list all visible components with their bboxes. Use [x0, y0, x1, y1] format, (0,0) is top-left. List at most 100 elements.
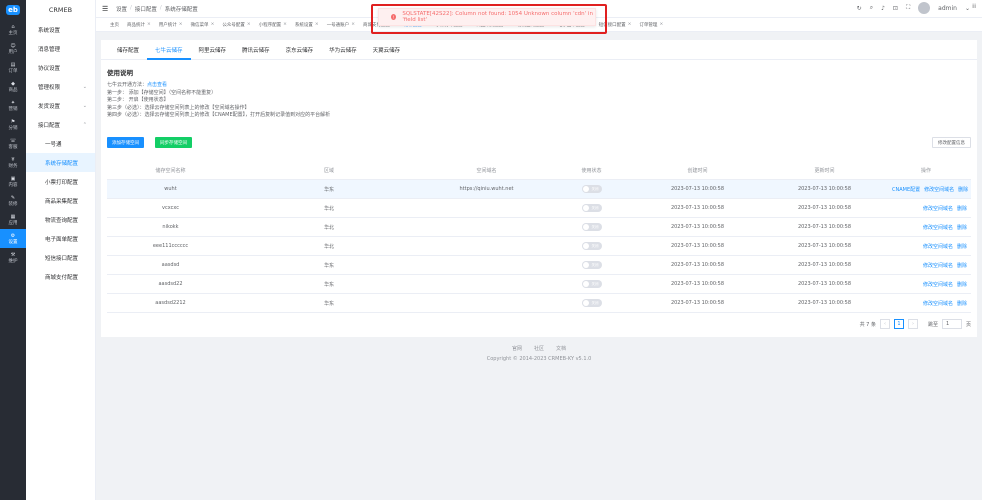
- rail-item[interactable]: ✦ 营销: [0, 96, 26, 115]
- add-storage-button[interactable]: 添加存储空间: [107, 137, 144, 148]
- row-action-link[interactable]: 删除: [957, 244, 967, 250]
- user-name[interactable]: admin: [938, 5, 957, 12]
- row-action-link[interactable]: 修改空间域名: [924, 187, 954, 193]
- page-tag[interactable]: 公众号配置 ×: [218, 18, 254, 31]
- modify-config-button[interactable]: 修改配置信息: [932, 137, 971, 148]
- rail-item[interactable]: ⚑ 分销: [0, 115, 26, 134]
- storage-tab[interactable]: 京东云储存: [278, 40, 322, 60]
- storage-tab[interactable]: 天翼云储存: [365, 40, 409, 60]
- sidebar-item[interactable]: 管理权限 ⌄: [26, 77, 95, 96]
- status-switch[interactable]: 关闭: [581, 204, 602, 212]
- prev-page-button[interactable]: ‹: [879, 319, 890, 329]
- sidebar-item[interactable]: 接口配置 ⌃: [26, 115, 95, 134]
- row-action-link[interactable]: 删除: [957, 225, 967, 231]
- goto-page-input[interactable]: 1: [941, 319, 962, 329]
- status-switch[interactable]: 关闭: [581, 261, 602, 269]
- sidebar-item[interactable]: 发货设置 ⌄: [26, 96, 95, 115]
- sidebar-item[interactable]: 商城支付配置: [26, 267, 95, 286]
- chevron-icon: ⌃: [82, 121, 87, 128]
- more-tags-icon[interactable]: ⁞⁞: [972, 3, 976, 10]
- row-action-link[interactable]: 删除: [957, 206, 967, 212]
- page-tag[interactable]: 用户统计 ×: [155, 18, 187, 31]
- sidebar-item[interactable]: 系统存储配置: [26, 153, 95, 172]
- page-tag[interactable]: 系统设置 ×: [291, 18, 323, 31]
- sidebar-item[interactable]: 消息管理: [26, 39, 95, 58]
- row-action-link[interactable]: CNAME配置: [892, 187, 920, 193]
- breadcrumb-item[interactable]: 接口配置: [135, 5, 157, 13]
- rail-item[interactable]: ☺ 用户: [0, 39, 26, 58]
- sidebar-item[interactable]: 一号通: [26, 134, 95, 153]
- row-action-link[interactable]: 修改空间域名: [923, 206, 953, 212]
- sidebar-item[interactable]: 短信接口配置: [26, 248, 95, 267]
- footer-link[interactable]: 社区: [534, 345, 544, 352]
- fullscreen-icon[interactable]: ⛶: [906, 4, 910, 12]
- rail-item[interactable]: ✎ 装修: [0, 191, 26, 210]
- sidebar-item[interactable]: 小票打印配置: [26, 172, 95, 191]
- close-icon[interactable]: ×: [659, 22, 663, 27]
- close-icon[interactable]: ×: [179, 22, 183, 27]
- sidebar-item[interactable]: 协议设置: [26, 58, 95, 77]
- view-link[interactable]: 点击查看: [147, 82, 167, 88]
- search-icon[interactable]: ⌕: [870, 4, 873, 12]
- bell-icon[interactable]: ♪: [881, 5, 885, 12]
- breadcrumb-item[interactable]: 设置: [116, 5, 127, 13]
- page-tag[interactable]: 主页: [106, 18, 123, 31]
- row-action-link[interactable]: 修改空间域名: [923, 282, 953, 288]
- row-action-link[interactable]: 删除: [957, 301, 967, 307]
- footer-link[interactable]: 官网: [512, 345, 522, 352]
- close-icon[interactable]: ×: [283, 22, 287, 27]
- rail-item[interactable]: ▣ 内容: [0, 172, 26, 191]
- storage-tab[interactable]: 阿里云储存: [191, 40, 235, 60]
- close-icon[interactable]: ×: [351, 22, 355, 27]
- rail-item[interactable]: ▤ 订单: [0, 58, 26, 77]
- row-action-link[interactable]: 修改空间域名: [923, 301, 953, 307]
- page-tag[interactable]: 订单管理 ×: [635, 18, 667, 31]
- close-icon[interactable]: ×: [147, 22, 151, 27]
- rail-item[interactable]: ▦ 应用: [0, 210, 26, 229]
- menu-toggle-icon[interactable]: ☰: [102, 5, 110, 13]
- row-action-link[interactable]: 修改空间域名: [923, 244, 953, 250]
- app-logo[interactable]: eb: [0, 0, 26, 20]
- storage-tab[interactable]: 华为云储存: [321, 40, 365, 60]
- avatar[interactable]: [918, 2, 931, 14]
- page-tag[interactable]: 微信菜单 ×: [187, 18, 219, 31]
- rail-item[interactable]: ⚒ 维护: [0, 248, 26, 267]
- sidebar-item[interactable]: 商品采集配置: [26, 191, 95, 210]
- status-switch[interactable]: 关闭: [581, 242, 602, 250]
- rail-item[interactable]: ⌂ 主页: [0, 20, 26, 39]
- close-icon[interactable]: ×: [315, 22, 319, 27]
- row-action-link[interactable]: 修改空间域名: [923, 263, 953, 269]
- next-page-button[interactable]: ›: [907, 319, 918, 329]
- row-action-link[interactable]: 删除: [957, 263, 967, 269]
- storage-tab[interactable]: 储存配置: [109, 40, 147, 60]
- storage-tab[interactable]: 腾讯云储存: [234, 40, 278, 60]
- close-icon[interactable]: ×: [628, 22, 632, 27]
- table-row: eee111cccccc 华北 关闭 2023-07-13 10:00:58 2023-…: [107, 237, 971, 256]
- row-action-link[interactable]: 修改空间域名: [923, 225, 953, 231]
- row-action-link[interactable]: 删除: [957, 282, 967, 288]
- storage-tab[interactable]: 七牛云储存: [147, 40, 191, 60]
- close-icon[interactable]: ×: [247, 22, 251, 27]
- sidebar-item[interactable]: 系统设置: [26, 20, 95, 39]
- footer-link[interactable]: 文档: [556, 345, 566, 352]
- rail-item[interactable]: ◆ 商品: [0, 77, 26, 96]
- status-switch[interactable]: 关闭: [581, 280, 602, 288]
- page-tag[interactable]: 一号通账户 ×: [323, 18, 359, 31]
- rail-item[interactable]: ⚙ 设置: [0, 229, 26, 248]
- page-tag[interactable]: 商品统计 ×: [123, 18, 155, 31]
- close-icon[interactable]: ×: [211, 22, 215, 27]
- row-action-link[interactable]: 删除: [958, 187, 968, 193]
- page-number[interactable]: 1: [893, 319, 904, 329]
- status-switch[interactable]: 关闭: [581, 185, 602, 193]
- rail-item[interactable]: ¥ 财务: [0, 153, 26, 172]
- sync-storage-button[interactable]: 同步存储空间: [155, 137, 192, 148]
- refresh-icon[interactable]: ↻: [857, 5, 862, 12]
- lock-icon[interactable]: ⊡: [893, 5, 898, 12]
- page-tag[interactable]: 小程序配置 ×: [255, 18, 291, 31]
- sidebar-item[interactable]: 电子面单配置: [26, 229, 95, 248]
- rail-item[interactable]: ☏ 客服: [0, 134, 26, 153]
- status-switch[interactable]: 关闭: [581, 299, 602, 307]
- status-switch[interactable]: 关闭: [581, 223, 602, 231]
- chevron-down-icon[interactable]: ⌄: [965, 5, 970, 12]
- sidebar-item[interactable]: 物流查询配置: [26, 210, 95, 229]
